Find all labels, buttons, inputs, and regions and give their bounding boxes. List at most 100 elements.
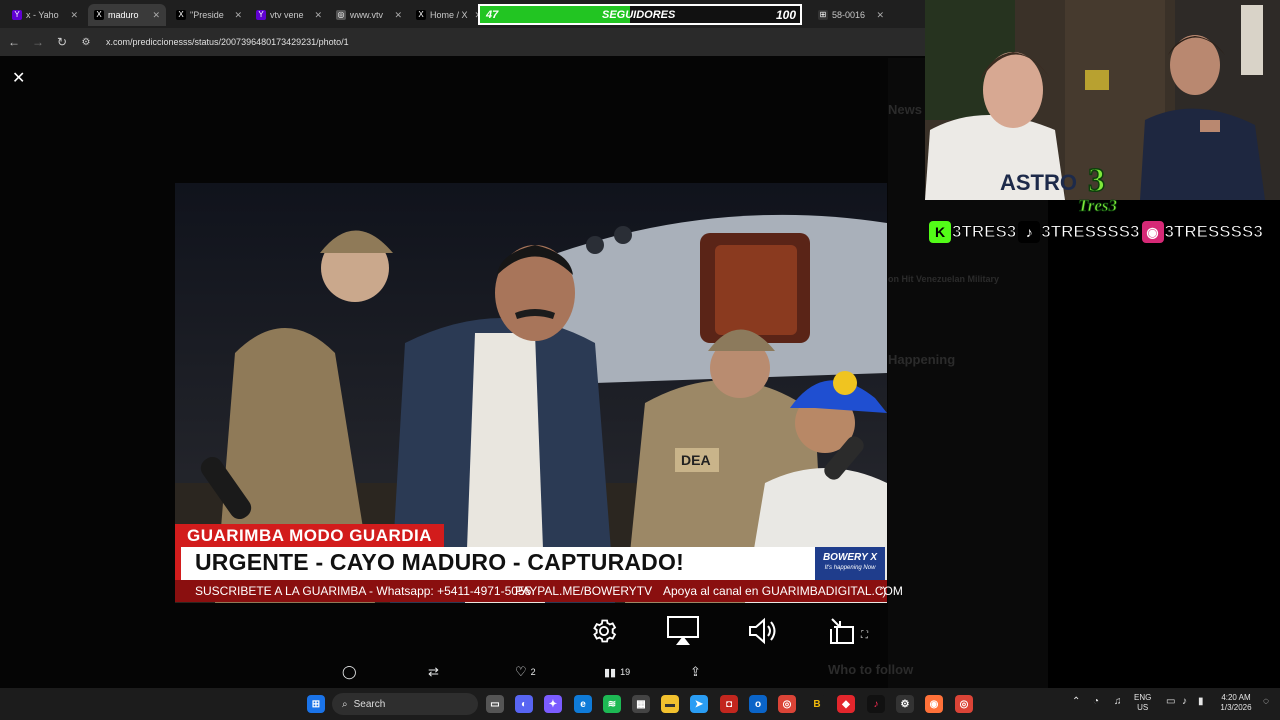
tab-close-icon[interactable]: ✕ — [70, 10, 78, 21]
tiktok-handle-text: 3TRESSSS3 — [1041, 222, 1140, 242]
telegram-icon[interactable]: ➤ — [690, 695, 708, 713]
heart-icon: ♡ — [515, 664, 527, 679]
share-icon: ⇪ — [690, 664, 701, 679]
followers-goal-bar: 47 SEGUIDORES 100 — [478, 4, 802, 25]
outlook-icon[interactable]: o — [749, 695, 767, 713]
battery-icon[interactable]: ▮ — [1198, 697, 1204, 707]
ticker-paypal: PAYPAL.ME/BOWERYTV — [515, 584, 653, 598]
headline-box: URGENTE - CAYO MADURO - CAPTURADO! — [175, 547, 815, 580]
chrome-profile-icon[interactable]: ◎ — [955, 695, 973, 713]
clock[interactable]: 4:20 AM 1/3/2026 — [1214, 693, 1258, 713]
news-story: on Hit Venezuelan Military — [888, 274, 1000, 284]
file-explorer-icon[interactable]: ▬ — [661, 695, 679, 713]
views-button[interactable]: ▮▮ 19 — [604, 664, 630, 680]
discord-icon[interactable]: ◐ — [515, 695, 533, 713]
firefox-icon[interactable]: ◉ — [925, 695, 943, 713]
clock-time: 4:20 AM — [1221, 693, 1251, 702]
tab-title: maduro — [108, 10, 139, 20]
kick-icon: K — [929, 221, 951, 243]
screen: Yx - Yaho ✕ Xmaduro ✕ X "Preside ✕ Yvtv vene ✕ ◎ w… — [0, 0, 1280, 720]
tab-close-icon[interactable]: ✕ — [394, 10, 402, 21]
close-icon[interactable]: ✕ — [12, 68, 25, 88]
picture-in-picture-icon[interactable] — [826, 615, 860, 647]
tab-favicon-icon: Y — [12, 10, 22, 20]
clock-date: 1/3/2026 — [1220, 703, 1252, 712]
settings-app-icon[interactable]: ⚙ — [896, 695, 914, 713]
tab-favicon-icon: ⊞ — [818, 10, 828, 20]
browser-tab[interactable]: ◎ www.vtv ✕ — [330, 4, 408, 26]
channel-name: BOWERY X — [822, 552, 878, 563]
tab-close-icon[interactable]: ✕ — [876, 10, 884, 21]
tab-favicon-icon: X — [176, 10, 186, 20]
tray-app-icon[interactable]: ◔ — [1093, 697, 1099, 707]
airplay-cast-icon[interactable] — [666, 615, 700, 647]
edge-icon[interactable]: e — [574, 695, 592, 713]
tres3-logo-text: Tres3 — [1078, 196, 1118, 215]
repost-icon: ⇄ — [428, 664, 439, 679]
forward-icon[interactable]: → — [26, 35, 50, 49]
ticker-subscribe: SUSCRIBETE A LA GUARIMBA - Whatsapp: +54… — [195, 584, 532, 598]
svg-text:DEA: DEA — [681, 452, 711, 468]
settings-gear-icon[interactable] — [587, 615, 621, 647]
spotify-icon[interactable]: ≋ — [603, 695, 621, 713]
language-indicator[interactable]: ENG US — [1134, 693, 1151, 713]
chrome-icon[interactable]: ◎ — [778, 695, 796, 713]
back-icon[interactable]: ← — [2, 35, 26, 49]
store-icon[interactable]: ▦ — [632, 695, 650, 713]
red-app-icon[interactable]: ◆ — [837, 695, 855, 713]
news-ticker: SUSCRIBETE A LA GUARIMBA - Whatsapp: +54… — [175, 580, 903, 602]
site-info-icon[interactable]: ⚙ — [74, 37, 98, 48]
ticker-tail: :) — [879, 584, 887, 598]
network-icon[interactable]: ▭ — [1166, 697, 1175, 707]
volume-tray-icon[interactable]: ♪ — [1182, 697, 1187, 707]
svg-text:3: 3 — [1088, 163, 1105, 199]
views-chart-icon: ▮▮ — [604, 666, 617, 679]
view-count: 19 — [620, 667, 631, 677]
tab-close-icon[interactable]: ✕ — [152, 10, 160, 21]
channel-tagline: It's happening Now — [824, 565, 876, 571]
binance-icon[interactable]: B — [808, 695, 826, 713]
browser-tab[interactable]: Xmaduro ✕ — [88, 4, 166, 26]
notifications-icon[interactable]: ◌ — [1263, 697, 1269, 707]
tab-favicon-icon: Y — [256, 10, 266, 20]
reply-icon: ◯ — [342, 664, 357, 679]
taskbar-search-label: Search — [353, 698, 386, 710]
tray-overflow-icon[interactable]: ⌃ — [1072, 697, 1080, 707]
language-code: ENG — [1134, 693, 1152, 702]
instagram-icon: ◉ — [1141, 221, 1164, 243]
like-button[interactable]: ♡ 2 — [515, 664, 536, 680]
tiktok-app-icon[interactable]: ♪ — [867, 695, 885, 713]
followers-count: 47 — [486, 8, 499, 21]
copilot-icon[interactable]: ✦ — [544, 695, 562, 713]
tab-title: Home / X — [430, 10, 468, 20]
kicker-label: GUARIMBA MODO GUARDIA — [175, 524, 445, 547]
browser-tab[interactable]: X "Preside ✕ — [170, 4, 248, 26]
tab-favicon-icon: X — [416, 10, 426, 20]
start-windows-icon[interactable]: ⊞ — [307, 695, 325, 713]
browser-tab[interactable]: XHome / X✕ — [410, 4, 488, 26]
share-button[interactable]: ⇪ — [690, 664, 701, 680]
headline-text: URGENTE - CAYO MADURO - CAPTURADO! — [195, 549, 684, 575]
shield-app-icon[interactable]: ◘ — [720, 695, 738, 713]
volume-icon[interactable] — [745, 615, 779, 647]
taskbar-search[interactable]: ⌕ Search — [332, 693, 478, 715]
reply-button[interactable]: ◯ — [342, 664, 357, 680]
news-heading: News — [888, 102, 922, 117]
tab-title: 58-0016 — [832, 10, 866, 20]
tab-close-icon[interactable]: ✕ — [234, 10, 242, 21]
fullscreen-exit-icon[interactable]: ⛶ — [861, 630, 868, 641]
tab-favicon-icon: ◎ — [336, 10, 346, 20]
tab-close-icon[interactable]: ✕ — [314, 10, 322, 21]
microphone-icon[interactable]: ♫ — [1114, 697, 1122, 707]
browser-tab[interactable]: Yvtv vene ✕ — [250, 4, 328, 26]
instagram-handle: ◉ 3TRESSSS3 — [1141, 221, 1263, 243]
tiktok-icon: ♪ — [1018, 221, 1041, 243]
browser-tab[interactable]: Yx - Yaho ✕ — [6, 4, 84, 26]
task-view-icon[interactable]: ▭ — [486, 695, 504, 713]
browser-tab[interactable]: ⊞ 58-0016 ✕ — [812, 4, 890, 26]
address-bar: ← → ↻ ⚙ x.com/prediccionesss/status/2007… — [0, 28, 926, 56]
reload-icon[interactable]: ↻ — [50, 35, 74, 49]
url-field[interactable]: x.com/prediccionesss/status/200739648017… — [106, 37, 349, 47]
instagram-handle-text: 3TRESSSS3 — [1164, 222, 1263, 242]
repost-button[interactable]: ⇄ — [428, 664, 439, 680]
